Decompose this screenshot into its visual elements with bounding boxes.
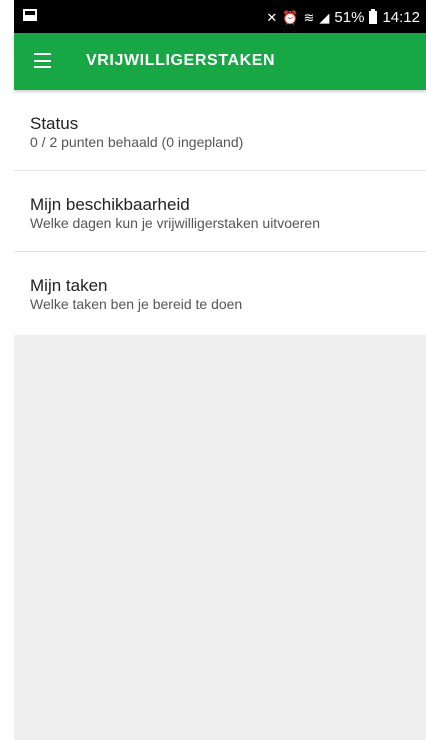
list-item-availability[interactable]: Mijn beschikbaarheid Welke dagen kun je … <box>14 171 426 252</box>
page-title: VRIJWILLIGERSTAKEN <box>86 52 276 69</box>
wifi-icon: ≋ <box>303 9 315 25</box>
list-item-my-tasks[interactable]: Mijn taken Welke taken ben je bereid te … <box>14 252 426 335</box>
list-item-subtitle: Welke taken ben je bereid te doen <box>30 296 243 312</box>
clock: 14:12 <box>382 8 420 26</box>
menu-list: Status 0 / 2 punten behaald (0 ingepland… <box>14 90 426 335</box>
app-screen: ✕ ⏰ ≋ ◢ 51% 14:12 VRIJWILLIGERSTAKEN Sta… <box>0 0 426 740</box>
app-bar: VRIJWILLIGERSTAKEN <box>14 33 426 90</box>
list-item-title: Status <box>30 114 79 133</box>
status-icons: ✕ ⏰ ≋ ◢ 51% 14:12 <box>266 7 420 27</box>
list-item-subtitle: Welke dagen kun je vrijwilligerstaken ui… <box>30 215 321 231</box>
image-notification-icon <box>23 9 37 21</box>
list-item-title: Mijn taken <box>30 276 108 295</box>
hamburger-menu-icon[interactable] <box>34 53 51 68</box>
status-bar: ✕ ⏰ ≋ ◢ 51% 14:12 <box>14 0 426 33</box>
signal-icon: ◢ <box>319 9 330 25</box>
battery-icon <box>369 8 378 24</box>
list-item-status[interactable]: Status 0 / 2 punten behaald (0 ingepland… <box>14 90 426 171</box>
list-item-title: Mijn beschikbaarheid <box>30 195 190 214</box>
battery-percent: 51% <box>334 8 365 26</box>
list-item-subtitle: 0 / 2 punten behaald (0 ingepland) <box>30 134 244 150</box>
mute-icon: ✕ <box>266 9 278 25</box>
main-content: Status 0 / 2 punten behaald (0 ingepland… <box>14 90 426 740</box>
alarm-icon: ⏰ <box>282 9 299 25</box>
